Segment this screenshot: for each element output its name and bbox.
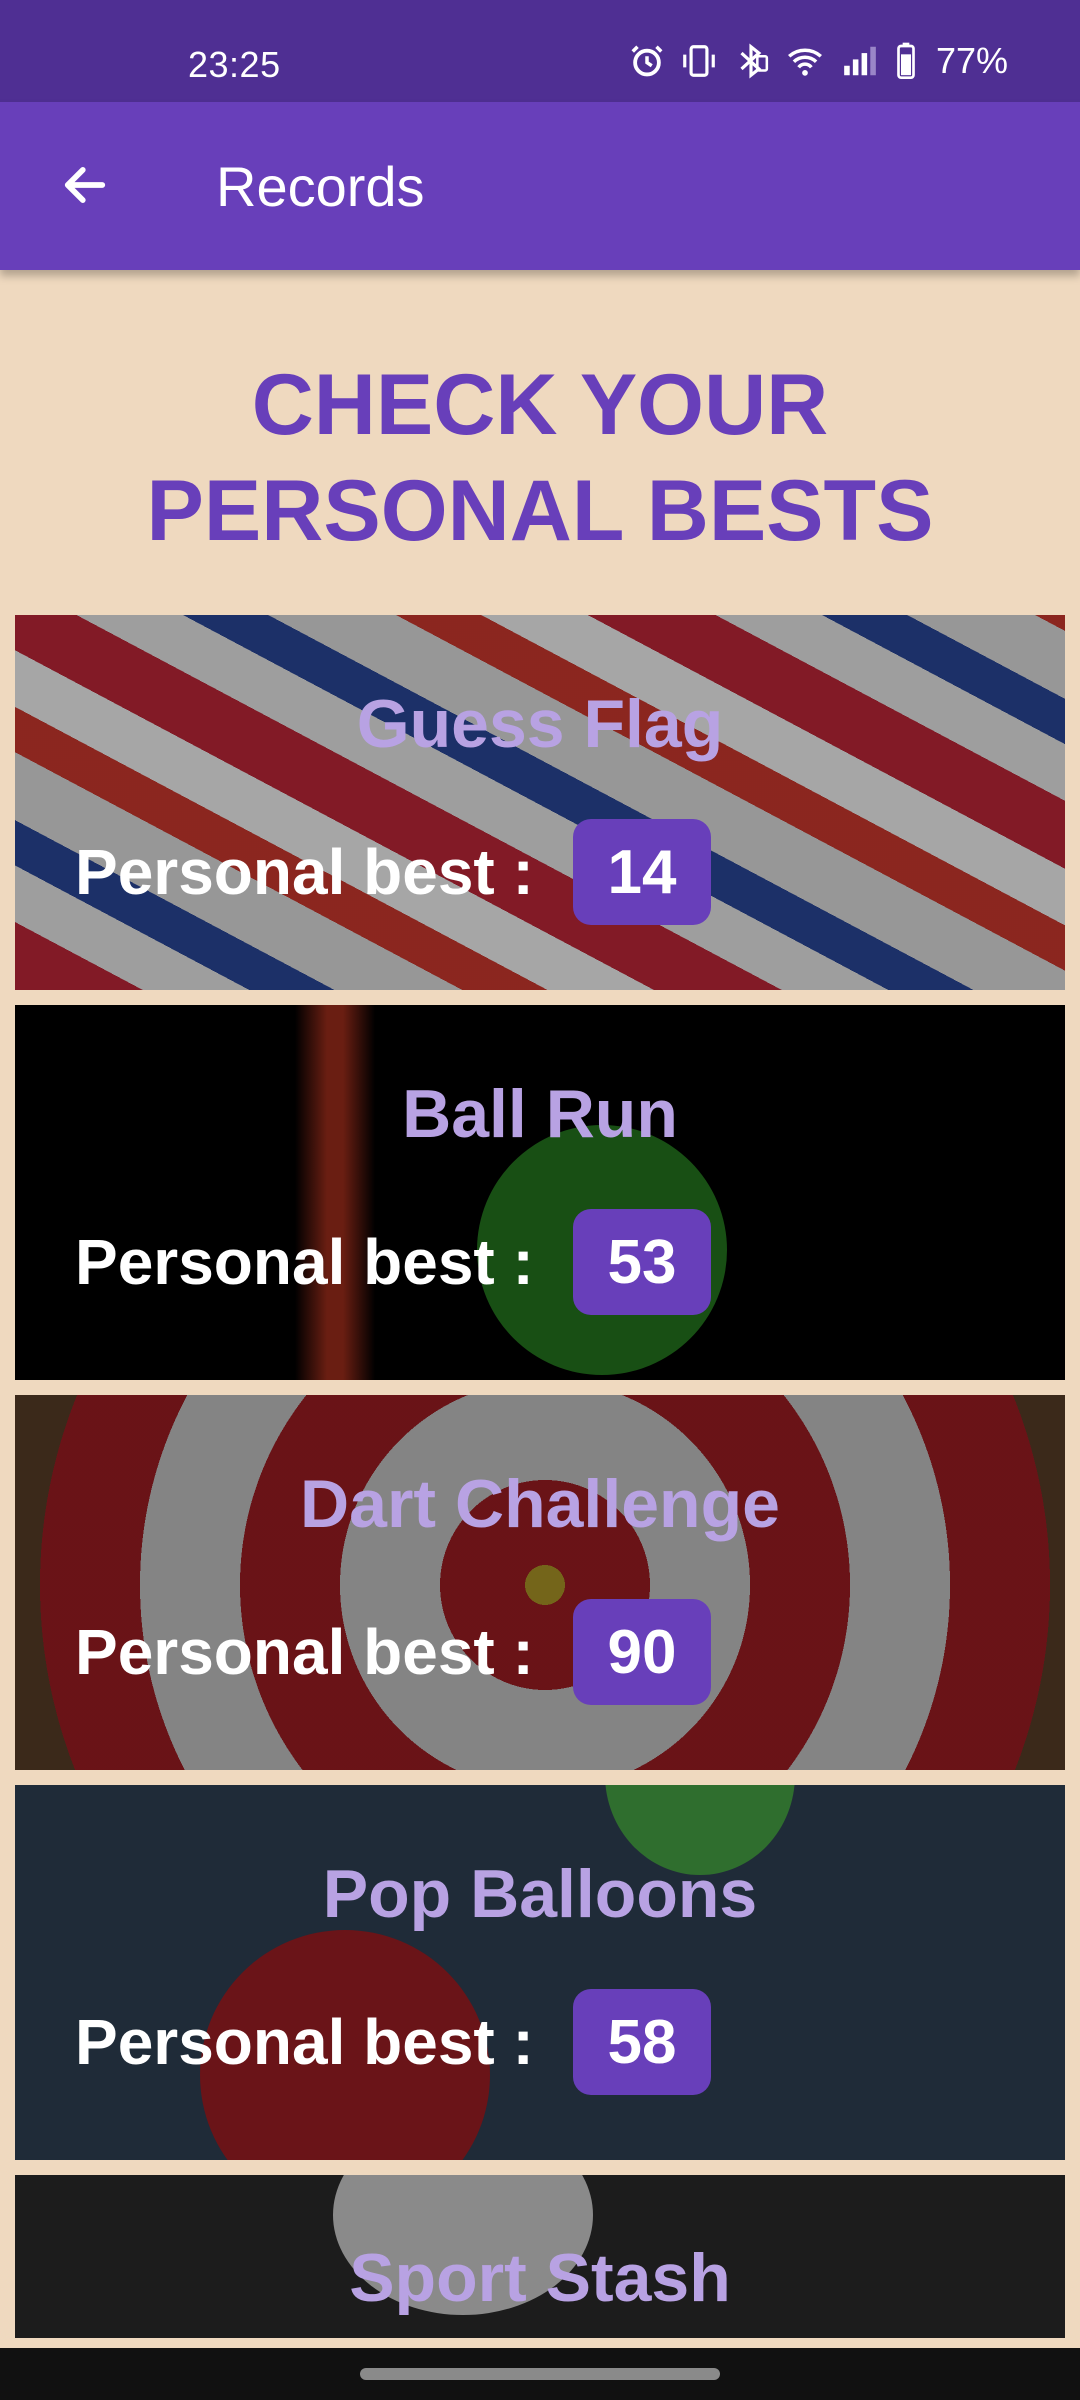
game-title: Pop Balloons <box>322 1856 758 1932</box>
personal-best-value: 90 <box>573 1599 711 1705</box>
arrow-left-icon <box>59 159 111 216</box>
personal-best-label: Personal best : <box>75 836 534 908</box>
record-card-sport-stash[interactable]: Sport Stash <box>15 2175 1065 2338</box>
game-title: Ball Run <box>402 1076 678 1152</box>
game-title: Guess Flag <box>356 686 724 762</box>
battery-icon <box>894 41 918 81</box>
vibrate-icon <box>680 42 718 80</box>
back-button[interactable] <box>40 142 130 232</box>
card-background-dartboard <box>15 1395 1065 1770</box>
personal-best-label: Personal best : <box>75 1226 534 1298</box>
card-background-flags <box>15 615 1065 990</box>
bluetooth-icon <box>732 42 770 80</box>
personal-best-value: 14 <box>573 819 711 925</box>
card-background-ball-run <box>15 1005 1065 1380</box>
personal-best-label: Personal best : <box>75 1616 534 1688</box>
record-card-pop-balloons[interactable]: Pop Balloons Personal best : 58 <box>15 1785 1065 2160</box>
battery-percent: 77% <box>935 40 1008 81</box>
page-title: Records <box>216 155 425 218</box>
status-bar: 23:25 77% <box>0 0 1080 102</box>
app-bar: Records <box>0 102 1080 270</box>
card-background-balloons <box>15 1785 1065 2160</box>
home-handle[interactable] <box>360 2368 720 2380</box>
personal-best-value: 58 <box>573 1989 711 2095</box>
personal-best-value: 53 <box>573 1209 711 1315</box>
record-card-dart-challenge[interactable]: Dart Challenge Personal best : 90 <box>15 1395 1065 1770</box>
wifi-icon <box>784 42 826 80</box>
game-title: Sport Stash <box>349 2240 731 2316</box>
record-card-guess-flag[interactable]: Guess Flag Personal best : 14 <box>15 615 1065 990</box>
personal-bests-heading: CHECK YOUR PERSONAL BESTS <box>146 357 934 559</box>
game-title: Dart Challenge <box>300 1466 780 1542</box>
status-time: 23:25 <box>188 44 281 85</box>
signal-icon <box>840 42 880 80</box>
alarm-icon <box>628 42 666 80</box>
gesture-nav-bar <box>0 2348 1080 2400</box>
personal-best-label: Personal best : <box>75 2006 534 2078</box>
status-icons: 77% <box>628 40 1008 82</box>
record-card-ball-run[interactable]: Ball Run Personal best : 53 <box>15 1005 1065 1380</box>
